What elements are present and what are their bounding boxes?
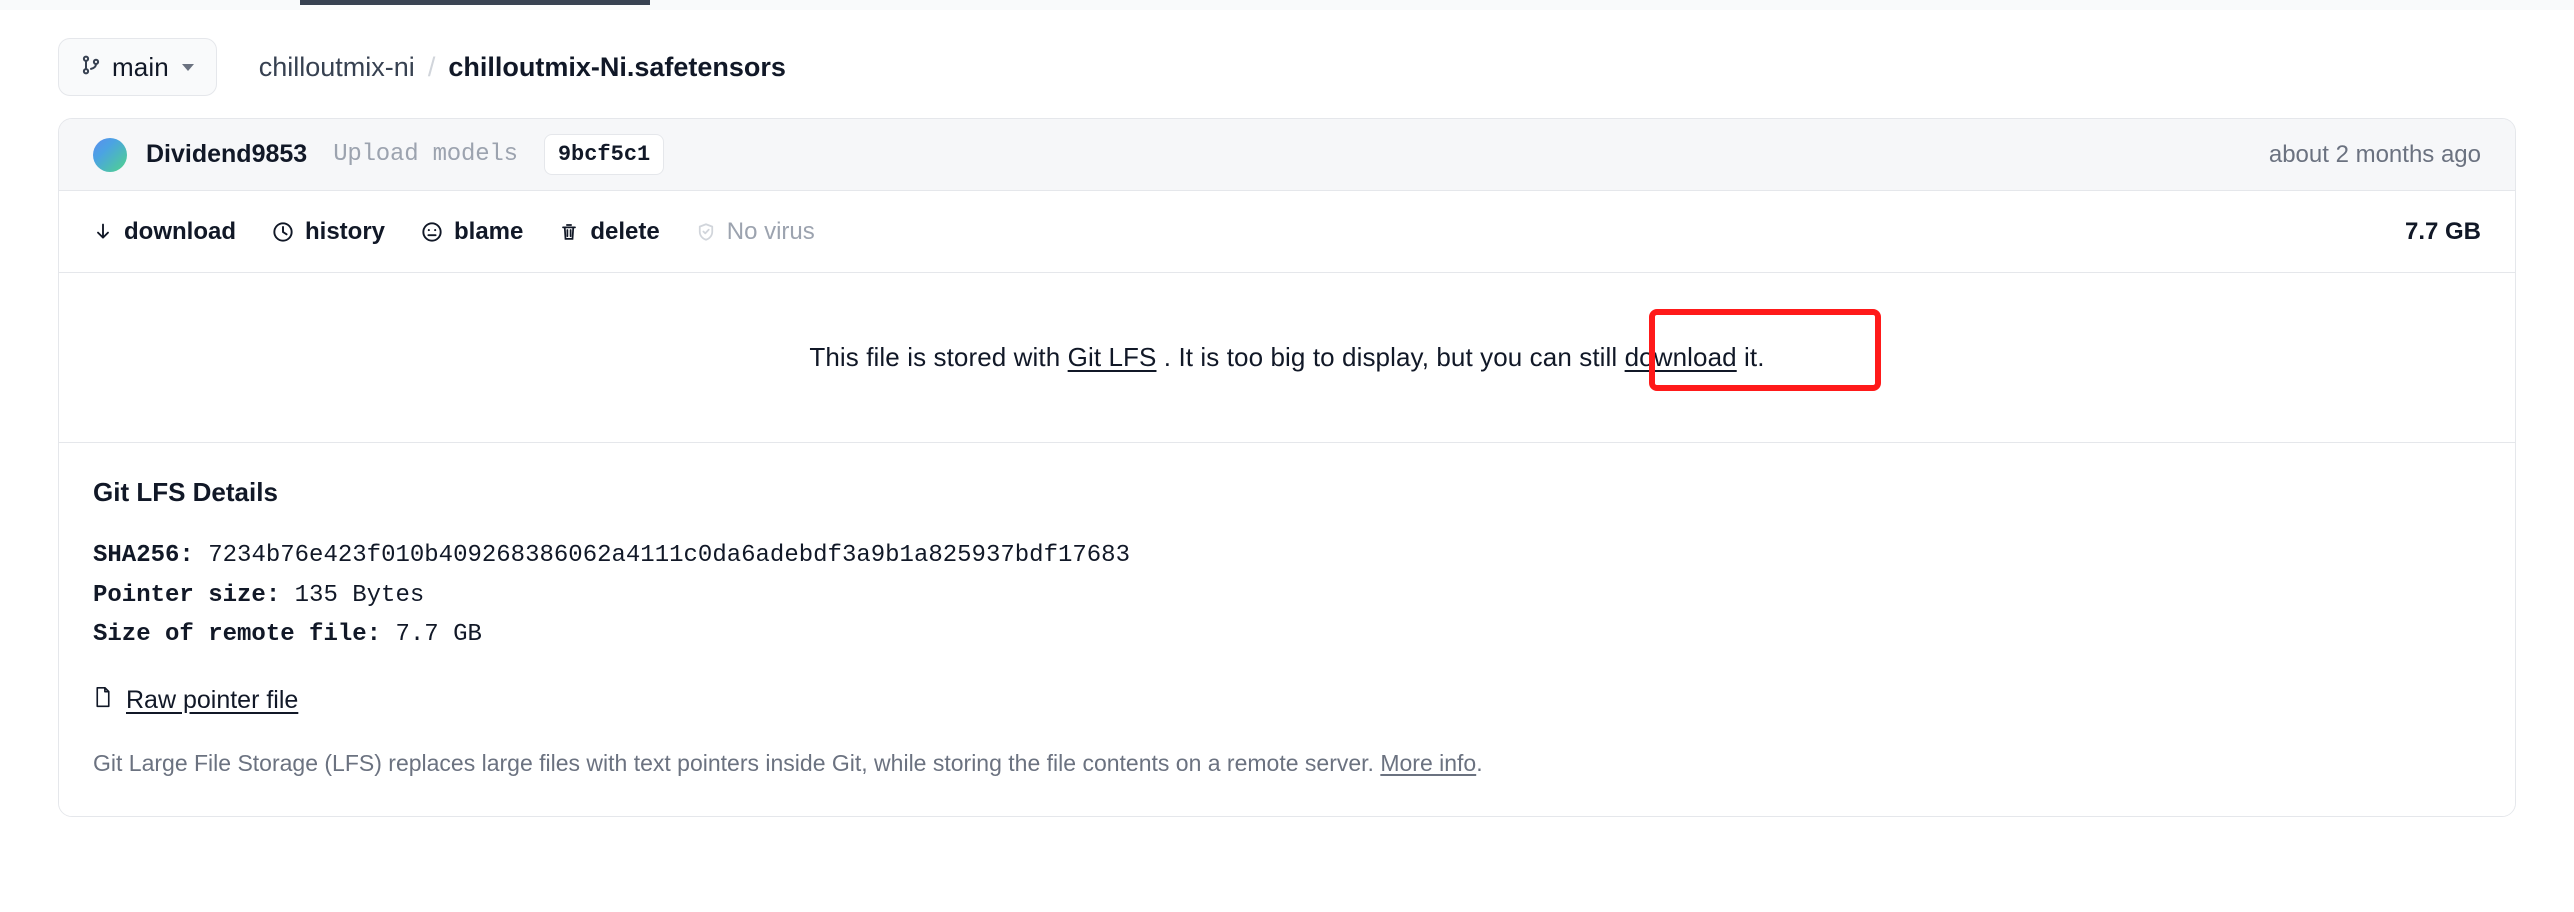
lfs-notice-middle: . It is too big to display, but you can … [1156, 342, 1625, 372]
commit-header: Dividend9853 Upload models 9bcf5c1 about… [59, 119, 2515, 191]
file-page: main chilloutmix-ni / chilloutmix-Ni.saf… [0, 10, 2574, 818]
history-action-label: history [304, 217, 385, 245]
detail-key-remote-size: Size of remote file: [93, 621, 382, 649]
virus-scan-status: No virus [696, 218, 815, 246]
detail-row-sha256: SHA256: 7234b76e423f010b409268386062a411… [93, 536, 2481, 576]
breadcrumb-separator: / [427, 51, 436, 82]
breadcrumb-row: main chilloutmix-ni / chilloutmix-Ni.saf… [0, 10, 2574, 118]
breadcrumb-repo-link[interactable]: chilloutmix-ni [259, 52, 415, 83]
download-link[interactable]: download [1625, 342, 1737, 372]
breadcrumb-file-name: chilloutmix-Ni.safetensors [448, 51, 786, 82]
detail-value-sha256: 7234b76e423f010b409268386062a4111c0da6ad… [208, 542, 1130, 569]
commit-author-link[interactable]: Dividend9853 [146, 140, 307, 169]
commit-timestamp: about 2 months ago [2268, 140, 2481, 168]
active-tab-indicator [300, 0, 650, 5]
history-action[interactable]: history [272, 218, 385, 246]
detail-key-pointer-size: Pointer size: [93, 581, 281, 609]
raw-pointer-file-link[interactable]: Raw pointer file [93, 685, 298, 716]
detail-row-remote-size: Size of remote file: 7.7 GB [93, 615, 2481, 655]
branch-selector-button[interactable]: main [58, 38, 217, 96]
face-icon [421, 221, 443, 243]
git-lfs-details-title: Git LFS Details [93, 477, 278, 507]
lfs-notice-suffix: it. [1736, 342, 1765, 372]
detail-value-pointer-size: 135 Bytes [294, 581, 425, 609]
shield-check-icon [696, 221, 716, 243]
blame-action[interactable]: blame [421, 218, 523, 246]
top-tab-strip [0, 0, 2574, 10]
raw-pointer-file-label: Raw pointer file [126, 685, 299, 714]
commit-message: Upload models [333, 141, 518, 168]
download-action[interactable]: download [93, 218, 236, 246]
delete-action[interactable]: delete [559, 217, 660, 246]
download-arrow-icon [93, 221, 113, 243]
download-action-label: download [124, 217, 236, 245]
file-size-label: 7.7 GB [2404, 217, 2481, 245]
delete-action-label: delete [590, 217, 660, 245]
avatar [93, 137, 127, 172]
detail-value-remote-size: 7.7 GB [395, 621, 482, 649]
breadcrumb: chilloutmix-ni / chilloutmix-Ni.safetens… [259, 52, 786, 83]
chevron-down-icon [181, 63, 194, 71]
blame-action-label: blame [454, 217, 524, 245]
lfs-footnote-prefix: Git Large File Storage (LFS) replaces la… [93, 749, 1381, 776]
lfs-notice-text: This file is stored with Git LFS . It is… [809, 342, 1764, 373]
virus-scan-label: No virus [726, 217, 815, 245]
git-lfs-link[interactable]: Git LFS [1068, 342, 1157, 372]
lfs-footnote-suffix: . [1476, 749, 1483, 776]
lfs-footnote: Git Large File Storage (LFS) replaces la… [93, 746, 2481, 781]
branch-label: main [112, 51, 169, 82]
file-icon [93, 685, 113, 716]
git-branch-icon [81, 53, 101, 82]
file-actions-toolbar: download history blame delete No virus 7… [59, 191, 2515, 273]
clock-icon [272, 221, 294, 243]
trash-icon [559, 221, 579, 243]
git-lfs-details-section: Git LFS Details SHA256: 7234b76e423f010b… [59, 443, 2515, 817]
lfs-notice-row: This file is stored with Git LFS . It is… [59, 273, 2515, 443]
file-card: Dividend9853 Upload models 9bcf5c1 about… [58, 118, 2516, 818]
detail-row-pointer-size: Pointer size: 135 Bytes [93, 576, 2481, 616]
more-info-link[interactable]: More info [1380, 750, 1476, 776]
commit-sha-badge[interactable]: 9bcf5c1 [543, 134, 665, 175]
lfs-notice-prefix: This file is stored with [809, 342, 1068, 372]
detail-key-sha256: SHA256: [93, 542, 194, 569]
